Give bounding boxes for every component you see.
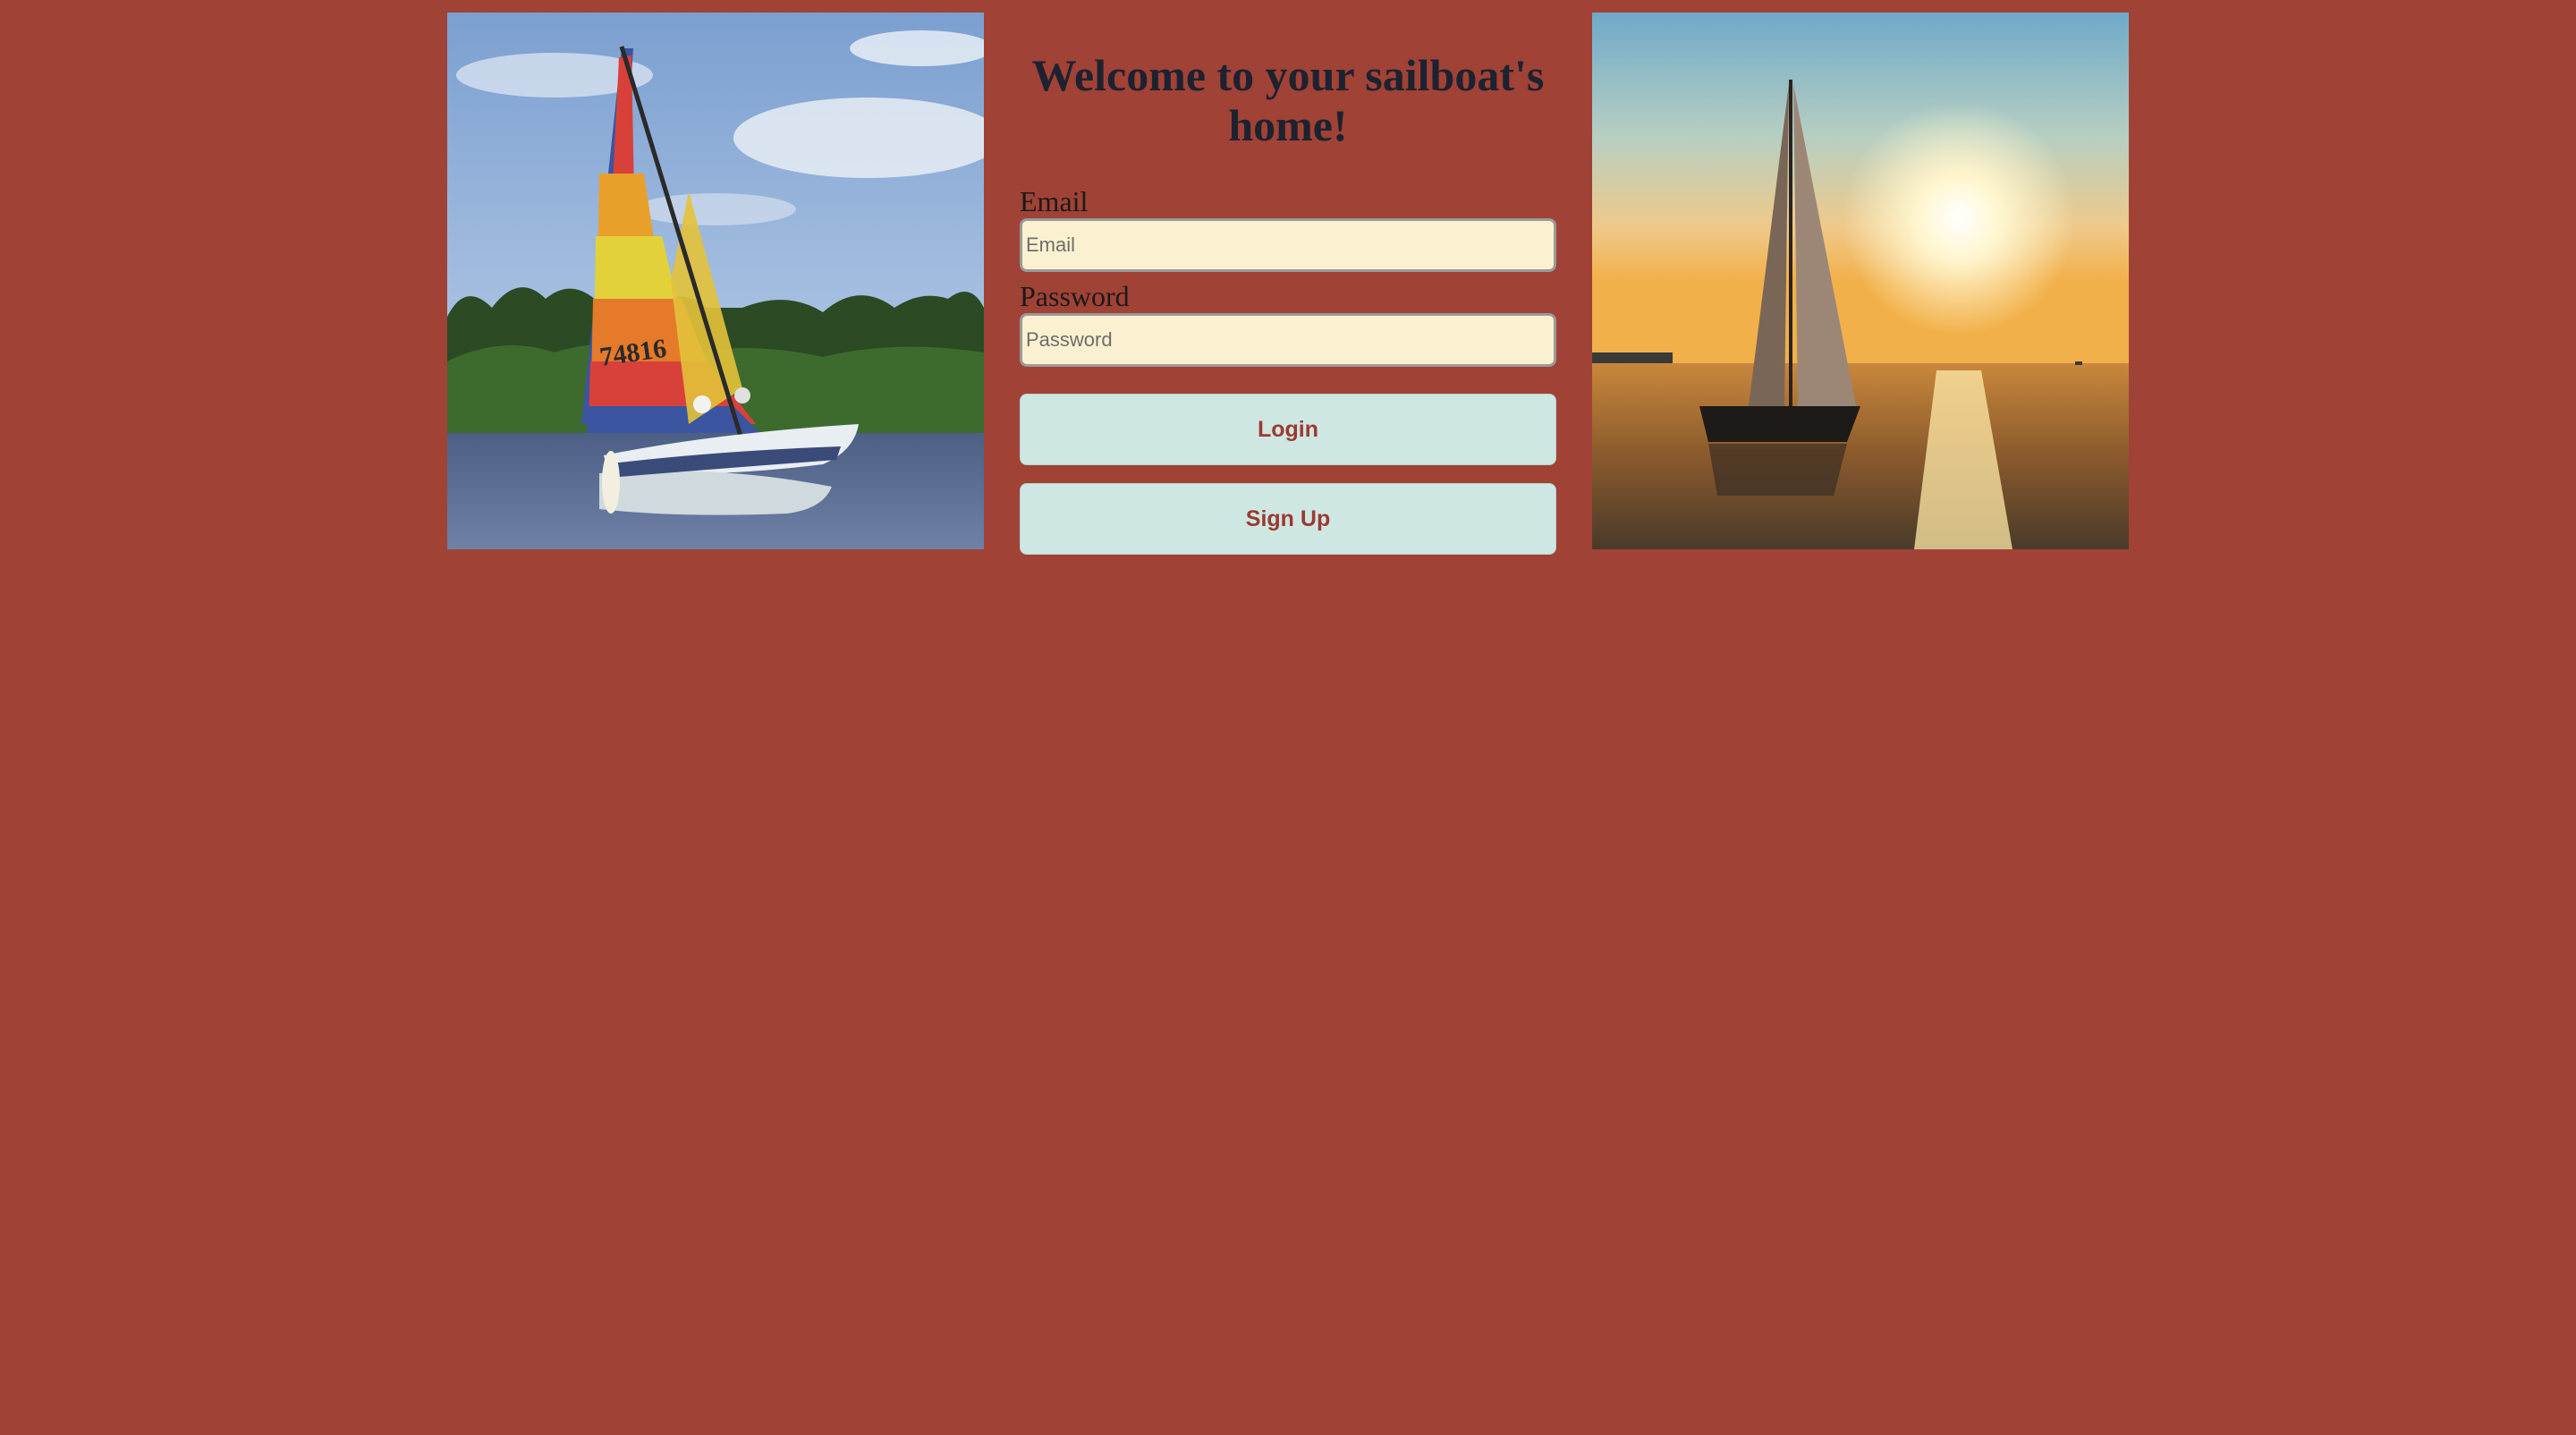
catamaran-photo: 74816 xyxy=(447,13,984,549)
password-input[interactable] xyxy=(1020,313,1556,367)
email-input[interactable] xyxy=(1020,218,1556,272)
password-label: Password xyxy=(1020,280,1130,312)
signup-button[interactable]: Sign Up xyxy=(1020,483,1556,555)
sunset-sailboat-image xyxy=(1592,13,2129,549)
email-label: Email xyxy=(1020,185,1089,217)
login-panel: Welcome to your sailboat's home! Email P… xyxy=(1020,13,1556,555)
catamaran-image: 74816 xyxy=(447,13,984,549)
login-button[interactable]: Login xyxy=(1020,394,1556,465)
page-title: Welcome to your sailboat's home! xyxy=(1031,50,1545,150)
sunset-sailboat-photo xyxy=(1592,13,2129,549)
